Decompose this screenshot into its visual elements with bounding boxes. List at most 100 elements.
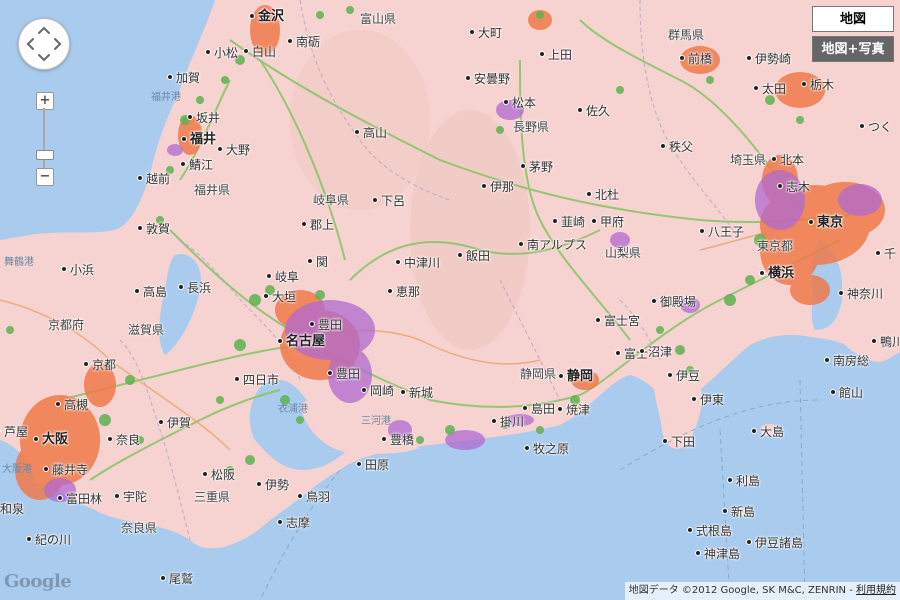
place-label: 大阪港 bbox=[2, 464, 32, 475]
google-logo[interactable]: Google bbox=[4, 571, 72, 593]
place-label: 式根島 bbox=[696, 524, 733, 538]
zoom-in-button[interactable]: + bbox=[36, 92, 54, 110]
place-label: 豊田 bbox=[318, 318, 343, 332]
city-marker-icon bbox=[249, 13, 255, 19]
city-marker-icon bbox=[503, 99, 509, 105]
place-label: 名古屋 bbox=[286, 334, 326, 349]
place-label: 尾鷲 bbox=[169, 572, 194, 586]
place-label: 松阪 bbox=[211, 468, 236, 482]
place-label: 前橋 bbox=[688, 52, 713, 66]
place-label: 金沢 bbox=[258, 9, 285, 24]
city-marker-icon bbox=[387, 288, 393, 294]
city-marker-icon bbox=[859, 123, 865, 129]
city-marker-icon bbox=[586, 191, 592, 197]
place-label: 伊勢 bbox=[265, 478, 290, 492]
city-marker-icon bbox=[160, 575, 166, 581]
city-marker-icon bbox=[26, 536, 32, 542]
map-type-satellite-button[interactable]: 地図+写真 bbox=[812, 36, 894, 62]
city-marker-icon bbox=[871, 338, 877, 344]
city-marker-icon bbox=[180, 161, 186, 167]
city-marker-icon bbox=[395, 259, 401, 265]
place-label: 富田林 bbox=[66, 492, 103, 506]
place-label: 飯田 bbox=[466, 249, 491, 263]
zoom-slider-thumb[interactable] bbox=[36, 150, 54, 160]
place-label: 佐久 bbox=[586, 104, 611, 118]
city-marker-icon bbox=[372, 197, 378, 203]
city-marker-icon bbox=[457, 252, 463, 258]
terms-link[interactable]: 利用規約 bbox=[856, 585, 896, 596]
place-label: 福井港 bbox=[151, 92, 181, 103]
city-marker-icon bbox=[327, 370, 333, 376]
place-label: 大垣 bbox=[272, 290, 297, 304]
place-label: 利島 bbox=[736, 474, 761, 488]
place-label: 下呂 bbox=[381, 194, 406, 208]
city-marker-icon bbox=[759, 270, 765, 276]
city-marker-icon bbox=[137, 175, 143, 181]
place-label: 三河港 bbox=[361, 416, 391, 427]
city-marker-icon bbox=[558, 373, 564, 379]
place-label: 南砺 bbox=[296, 35, 321, 49]
zoom-out-button[interactable]: − bbox=[36, 168, 54, 186]
place-label: 芦屋 bbox=[4, 425, 29, 439]
city-marker-icon bbox=[699, 228, 705, 234]
place-label: 衣浦港 bbox=[278, 404, 308, 415]
city-marker-icon bbox=[57, 495, 63, 501]
city-marker-icon bbox=[107, 436, 113, 442]
place-label: 高槻 bbox=[64, 398, 89, 412]
city-marker-icon bbox=[651, 298, 657, 304]
city-marker-icon bbox=[137, 225, 143, 231]
city-marker-icon bbox=[43, 466, 49, 472]
place-label: 高山 bbox=[363, 126, 388, 140]
place-label: 東京 bbox=[817, 215, 844, 230]
place-label: 島田 bbox=[531, 402, 556, 416]
place-label: 奈良 bbox=[116, 433, 141, 447]
city-marker-icon bbox=[751, 428, 757, 434]
place-label: 太田 bbox=[762, 82, 787, 96]
place-label: 山梨県 bbox=[605, 246, 642, 260]
city-marker-icon bbox=[187, 114, 193, 120]
city-marker-icon bbox=[134, 288, 140, 294]
city-marker-icon bbox=[753, 85, 759, 91]
place-label: 岡崎 bbox=[370, 384, 395, 398]
place-label: 坂井 bbox=[196, 111, 221, 125]
city-marker-icon bbox=[539, 51, 545, 57]
place-label: 掛川 bbox=[500, 415, 525, 429]
city-marker-icon bbox=[660, 143, 666, 149]
city-marker-icon bbox=[400, 389, 406, 395]
pan-control[interactable] bbox=[18, 18, 70, 70]
city-marker-icon bbox=[518, 241, 524, 247]
city-marker-icon bbox=[771, 156, 777, 162]
city-marker-icon bbox=[639, 348, 645, 354]
city-marker-icon bbox=[167, 74, 173, 80]
place-label: 福井県 bbox=[194, 183, 231, 197]
place-label: 舞鶴港 bbox=[4, 257, 34, 268]
place-label: 茅野 bbox=[529, 160, 554, 174]
city-marker-icon bbox=[277, 338, 283, 344]
place-label: 御殿場 bbox=[660, 295, 697, 309]
place-label: 大阪 bbox=[42, 432, 69, 447]
place-label: 越前 bbox=[146, 172, 171, 186]
place-label: 関 bbox=[316, 255, 329, 269]
place-label: 北杜 bbox=[595, 188, 620, 202]
place-label: 敦賀 bbox=[146, 222, 171, 236]
city-marker-icon bbox=[746, 55, 752, 61]
city-marker-icon bbox=[297, 493, 303, 499]
city-marker-icon bbox=[202, 471, 208, 477]
map-canvas[interactable]: 金沢 富山県 群馬県 大町 上田 南砺 小松 白山 安曇野 前橋 伊勢崎 加賀 福井港 松本 佐久 太田 栃木坂… bbox=[0, 0, 900, 600]
place-label: 神津島 bbox=[704, 547, 741, 561]
city-marker-icon bbox=[307, 258, 313, 264]
place-label: 静岡 bbox=[567, 369, 594, 384]
city-marker-icon bbox=[178, 284, 184, 290]
place-label: 郡上 bbox=[310, 218, 335, 232]
place-label: 宇陀 bbox=[123, 490, 148, 504]
place-label: 焼津 bbox=[566, 403, 591, 417]
city-marker-icon bbox=[830, 389, 836, 395]
place-label: 甲府 bbox=[600, 215, 625, 229]
place-label: 八王子 bbox=[708, 225, 745, 239]
place-label: 静岡県 bbox=[520, 367, 557, 381]
map-type-map-button[interactable]: 地図 bbox=[812, 6, 894, 32]
pan-arrows-icon bbox=[26, 26, 62, 62]
city-marker-icon bbox=[83, 361, 89, 367]
city-marker-icon bbox=[491, 418, 497, 424]
place-label: 大島 bbox=[760, 425, 785, 439]
